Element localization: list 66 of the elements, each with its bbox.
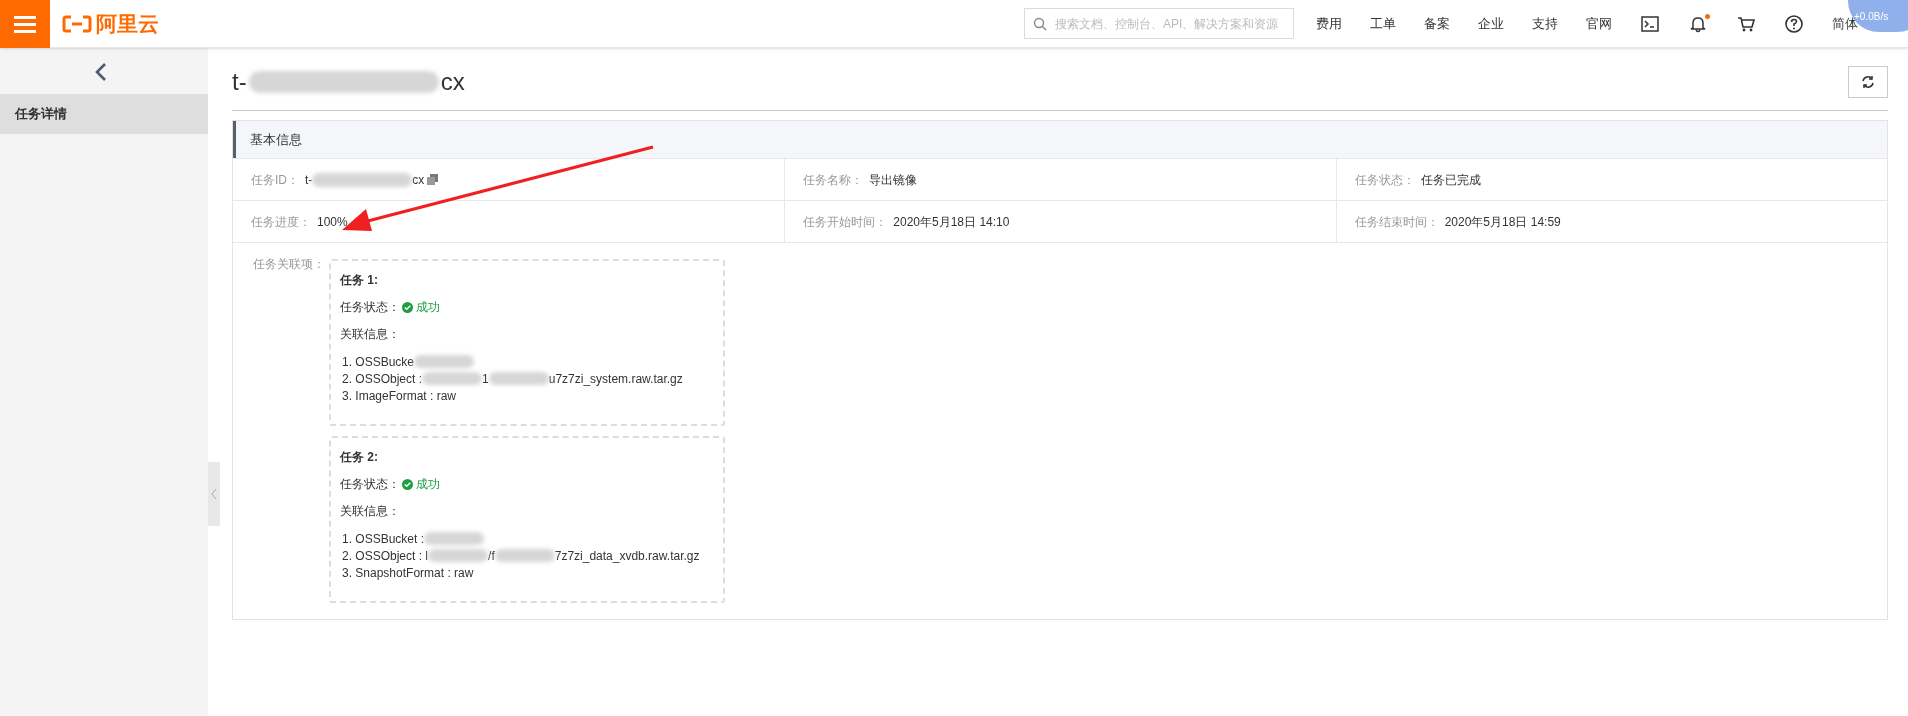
value-text: 1. OSSBucke [342,353,415,371]
redaction-blur [494,549,555,562]
nav-link[interactable]: 官网 [1586,13,1612,34]
redaction-blur [424,532,485,545]
field-label: 任务关联项： [253,256,326,273]
value-text: cx [412,171,425,189]
nav-link[interactable]: 费用 [1316,13,1342,34]
refresh-icon [1861,75,1875,89]
bell-button[interactable] [1688,13,1708,34]
nav-link[interactable]: 备案 [1424,13,1450,34]
terminal-button[interactable] [1640,13,1660,34]
copy-icon[interactable] [427,174,439,185]
redaction-blur [428,549,489,562]
field-label: 任务ID： [251,171,299,189]
value-text: 2020年5月18日 14:59 [1444,213,1561,231]
chevron-left-icon [94,62,108,82]
value-text: t- [305,171,313,189]
info-label: 关联信息： [340,326,401,343]
value-text: 2. OSSObject : l [342,547,429,565]
redaction-blur [422,372,483,385]
menu-icon [14,14,36,33]
redaction-blur [414,355,475,368]
refresh-button[interactable] [1848,66,1888,98]
field-label: 任务状态： [1354,171,1415,189]
field-label: 任务开始时间： [803,213,888,231]
field-label: 任务名称： [803,171,864,189]
task-title: 任务 2: [340,449,379,466]
value-text: 1. OSSBucket : [342,530,425,548]
nav-link[interactable]: 支持 [1532,13,1558,34]
sidebar-item[interactable]: 任务详情 [0,94,208,134]
value-text: 3. ImageFormat : raw [342,387,457,405]
value-text: u7z7zi_system.raw.tar.gz [548,370,683,388]
value-text: 2020年5月18日 14:10 [893,213,1010,231]
value-text: 100% [317,213,348,231]
value-text: /f [488,547,495,565]
value-text: 2. OSSObject : [342,370,423,388]
value-text: 任务已完成 [1420,171,1481,189]
value-text: 导出镜像 [869,171,918,189]
value-text: cx [440,67,465,97]
value-text: 7z7zi_data_xvdb.raw.tar.gz [554,547,700,565]
status-label: 任务状态： [340,476,400,493]
check-circle-icon [402,478,413,490]
panel-header: 基本信息 [233,121,1887,158]
terminal-icon [1640,13,1660,34]
nav-link[interactable]: 工单 [1370,13,1396,34]
status-text: 成功 [416,299,440,316]
status-label: 任务状态： [340,299,400,316]
help-button[interactable] [1784,13,1804,34]
search-field[interactable]: 搜索文档、控制台、API、解决方案和资源 [1024,8,1294,39]
field-label: 任务结束时间： [1354,213,1439,231]
task-title: 任务 1: [340,272,379,289]
value-text: 3. SnapshotFormat : raw [342,564,474,582]
help-icon [1784,13,1804,34]
status-text: 成功 [416,476,440,493]
menu-button[interactable] [0,0,50,48]
check-circle-icon [402,301,413,313]
search-icon [1033,16,1047,31]
nav-link[interactable]: 企业 [1478,13,1504,34]
info-label: 关联信息： [340,503,401,520]
value-text: 1 [482,370,489,388]
value-text: t- [232,67,247,97]
redaction-blur [488,372,549,385]
collapse-handle[interactable] [208,462,220,526]
chevron-left-icon [211,488,217,500]
field-label: 任务进度： [251,213,311,231]
logo-icon [62,14,92,33]
